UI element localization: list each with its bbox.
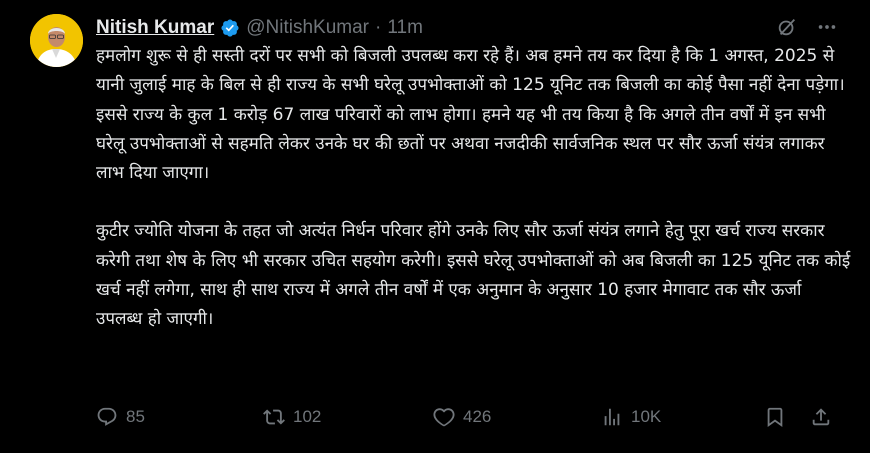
bookmark-icon [767,407,783,428]
share-button[interactable] [810,406,832,428]
tweet-paragraph-2: कुटीर ज्योति योजना के तहत जो अत्यंत निर्… [96,221,851,330]
like-count: 426 [463,407,492,426]
verified-badge-icon [220,18,240,38]
separator-dot: · [375,17,382,38]
grok-icon[interactable] [776,16,798,38]
bookmark-button[interactable] [764,406,786,428]
avatar-image [30,14,83,67]
reply-icon [97,407,117,426]
tweet-actions: 85 102 426 10K [96,402,850,432]
tweet-paragraph-1: हमलोग शुरू से ही सस्ती दरों पर सभी को बि… [96,46,845,184]
repost-count: 102 [293,407,322,426]
avatar[interactable] [30,14,83,67]
author-handle[interactable]: @NitishKumar [246,17,369,39]
more-icon[interactable] [816,16,838,38]
header-actions [776,16,838,38]
share-icon [812,408,830,426]
reply-count: 85 [126,407,145,426]
views-icon [604,408,620,426]
tweet-header: Nitish Kumar @NitishKumar · 11m [96,14,850,42]
repost-icon [263,409,285,425]
views-button[interactable]: 10K [601,406,661,428]
author-name[interactable]: Nitish Kumar [96,17,214,39]
heart-icon [433,408,455,427]
tweet-text: हमलोग शुरू से ही सस्ती दरों पर सभी को बि… [96,42,852,335]
reply-button[interactable]: 85 [96,406,145,428]
repost-button[interactable]: 102 [263,406,321,428]
views-count: 10K [631,407,662,426]
tweet: Nitish Kumar @NitishKumar · 11m हमलोग शु… [0,0,870,453]
timestamp[interactable]: 11m [387,17,423,39]
like-button[interactable]: 426 [433,406,491,428]
